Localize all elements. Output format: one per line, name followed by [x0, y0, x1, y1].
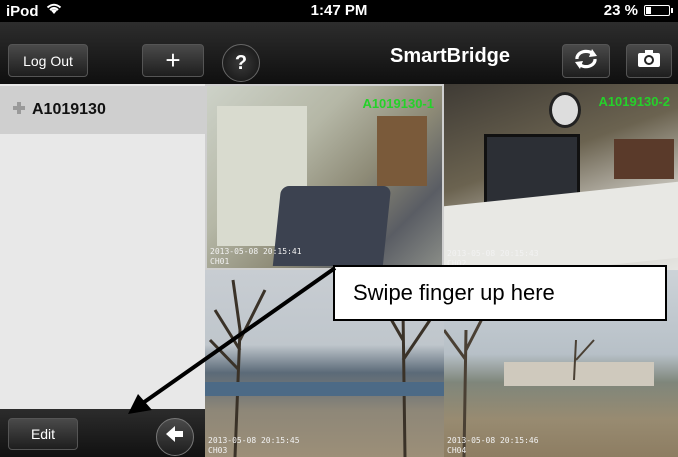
camera-scene	[377, 116, 427, 186]
battery-percent: 23 %	[603, 2, 638, 19]
back-button[interactable]	[156, 418, 194, 456]
camera-timestamp: 2013-05-08 20:15:43	[447, 249, 539, 258]
instruction-callout: Swipe finger up here	[333, 265, 667, 321]
help-button[interactable]: ?	[222, 44, 260, 82]
sidebar: A1019130	[0, 84, 205, 457]
battery-icon	[644, 5, 673, 16]
site-row[interactable]: A1019130	[0, 86, 205, 134]
camera-scene	[614, 139, 674, 179]
snapshot-button[interactable]	[626, 44, 672, 78]
app-title: SmartBridge	[389, 45, 511, 67]
edit-button[interactable]: Edit	[8, 418, 78, 450]
refresh-icon	[573, 48, 599, 74]
plus-icon	[12, 101, 26, 120]
camera-timestamp: 2013-05-08 20:15:46	[447, 436, 539, 445]
logout-button[interactable]: Log Out	[8, 44, 88, 77]
camera-tile-1[interactable]: A1019130-1 2013-05-08 20:15:41 CH01	[205, 84, 444, 270]
site-name: A1019130	[32, 101, 106, 118]
camera-channel: CH03	[208, 446, 228, 455]
clock-icon	[549, 92, 581, 128]
camera-tile-2[interactable]: A1019130-2 2013-05-08 20:15:43 CH02	[444, 84, 678, 270]
back-arrow-icon	[165, 425, 185, 449]
status-bar: iPod 1:47 PM 23 %	[0, 0, 678, 22]
camera-channel: CH01	[210, 257, 230, 266]
camera-label: A1019130-2	[598, 94, 670, 109]
camera-label: A1019130-1	[362, 96, 434, 111]
battery-level	[646, 7, 651, 14]
camera-timestamp: 2013-05-08 20:15:45	[208, 436, 300, 445]
camera-icon	[637, 49, 661, 73]
camera-channel: CH04	[447, 446, 467, 455]
add-button[interactable]: +	[142, 44, 204, 77]
camera-timestamp: 2013-05-08 20:15:41	[210, 247, 302, 256]
status-time: 1:47 PM	[310, 2, 368, 19]
refresh-button[interactable]	[562, 44, 610, 78]
